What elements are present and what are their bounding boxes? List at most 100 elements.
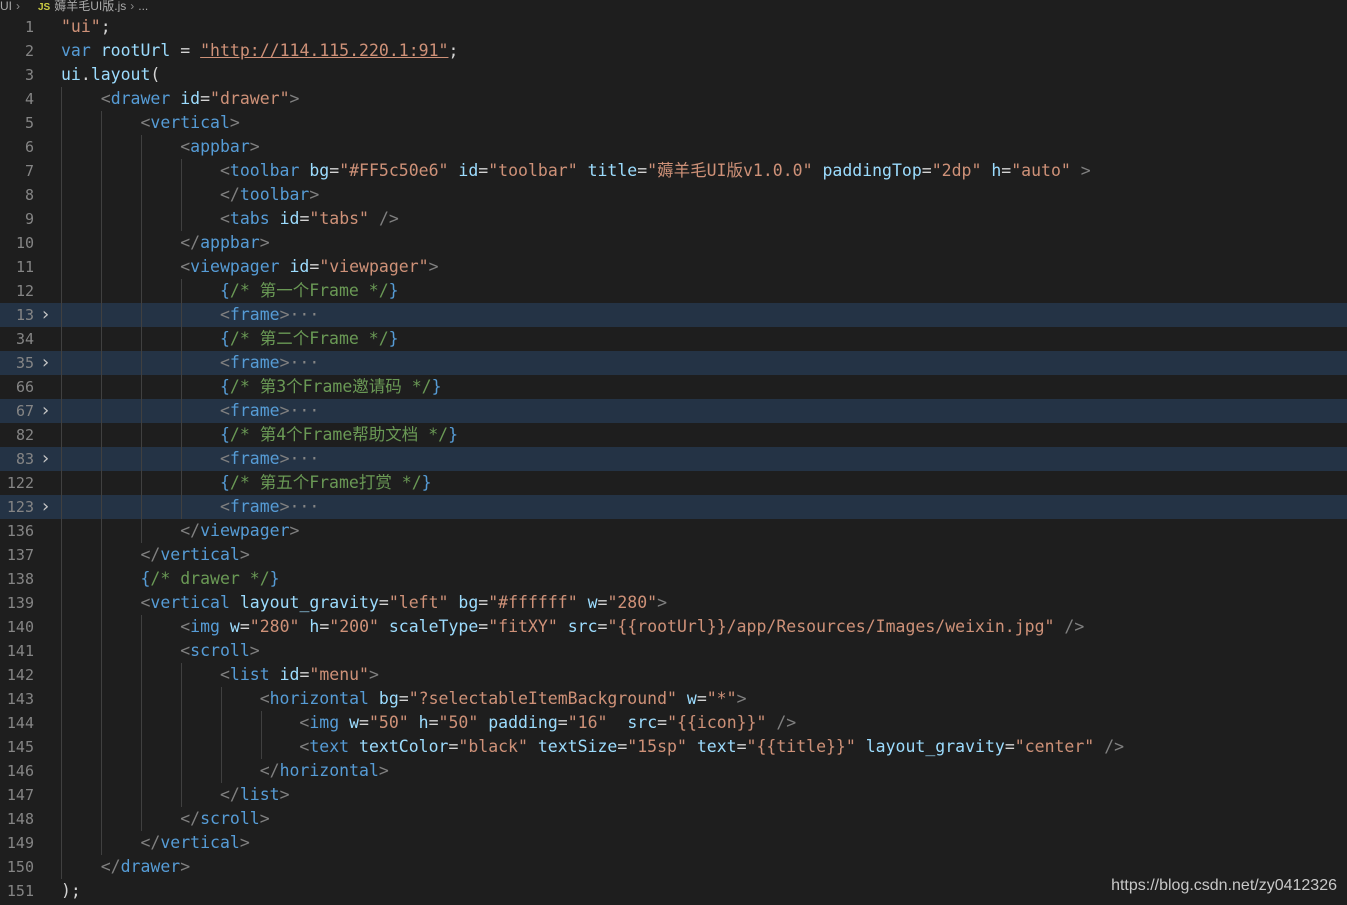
code-token: "fitXY" bbox=[488, 617, 558, 636]
code-token: "menu" bbox=[309, 665, 369, 684]
code-line[interactable]: 10 </appbar> bbox=[0, 231, 1347, 255]
code-token: "16" bbox=[567, 713, 608, 732]
code-token: /* 第二个Frame */ bbox=[229, 329, 389, 348]
code-token: /> bbox=[1104, 737, 1125, 756]
fold-chevron-icon[interactable]: › bbox=[42, 447, 56, 471]
code-token: > bbox=[279, 785, 290, 804]
code-token: = bbox=[170, 41, 201, 60]
code-line[interactable]: 148 </scroll> bbox=[0, 807, 1347, 831]
code-token: { bbox=[219, 473, 230, 492]
code-line[interactable]: 66 {/* 第3个Frame邀请码 */} bbox=[0, 375, 1347, 399]
code-line[interactable]: 139 <vertical layout_gravity="left" bg="… bbox=[0, 591, 1347, 615]
js-file-icon: JS bbox=[38, 2, 51, 12]
code-line[interactable]: 138 {/* drawer */} bbox=[0, 567, 1347, 591]
code-line[interactable]: 150 </drawer> bbox=[0, 855, 1347, 879]
fold-chevron-icon[interactable]: › bbox=[42, 351, 56, 375]
code-token: = bbox=[597, 617, 608, 636]
code-token: /* 第3个Frame邀请码 */ bbox=[229, 377, 432, 396]
code-line[interactable]: 136 </viewpager> bbox=[0, 519, 1347, 543]
code-token: > bbox=[1080, 161, 1091, 180]
code-line[interactable]: 13 › <frame>··· bbox=[0, 303, 1347, 327]
code-token: { bbox=[219, 425, 230, 444]
code-line[interactable]: 145 <text textColor="black" textSize="15… bbox=[0, 735, 1347, 759]
code-token: "50" bbox=[438, 713, 479, 732]
code-line[interactable]: 34 {/* 第二个Frame */} bbox=[0, 327, 1347, 351]
code-text: <text textColor="black" textSize="15sp" … bbox=[61, 735, 1124, 759]
line-number: 2 bbox=[24, 42, 34, 60]
code-line[interactable]: 146 </horizontal> bbox=[0, 759, 1347, 783]
code-token: </ bbox=[180, 233, 201, 252]
code-token: /* 第一个Frame */ bbox=[229, 281, 389, 300]
code-token: appbar bbox=[200, 233, 260, 252]
code-line[interactable]: 142 <list id="menu"> bbox=[0, 663, 1347, 687]
code-line[interactable]: 3 ui.layout( bbox=[0, 63, 1347, 87]
code-text: </toolbar> bbox=[61, 183, 319, 207]
code-token: } bbox=[448, 425, 459, 444]
code-token: </ bbox=[100, 857, 121, 876]
code-token: = bbox=[239, 617, 250, 636]
code-token: id bbox=[289, 257, 310, 276]
code-line[interactable]: 4 <drawer id="drawer"> bbox=[0, 87, 1347, 111]
code-token: ··· bbox=[289, 305, 320, 324]
breadcrumb-file[interactable]: 薅羊毛UI版.js bbox=[54, 0, 126, 12]
breadcrumb-more[interactable]: ... bbox=[138, 0, 148, 12]
code-line[interactable]: 5 <vertical> bbox=[0, 111, 1347, 135]
code-line[interactable]: 123 › <frame>··· bbox=[0, 495, 1347, 519]
code-line[interactable]: 2 var rootUrl = "http://114.115.220.1:91"… bbox=[0, 39, 1347, 63]
code-line[interactable]: 67 › <frame>··· bbox=[0, 399, 1347, 423]
code-token: { bbox=[219, 281, 230, 300]
code-token: w bbox=[686, 689, 697, 708]
code-line[interactable]: 9 <tabs id="tabs" /> bbox=[0, 207, 1347, 231]
code-token: vertical bbox=[150, 113, 230, 132]
code-line[interactable]: 6 <appbar> bbox=[0, 135, 1347, 159]
fold-chevron-icon[interactable]: › bbox=[42, 399, 56, 423]
code-token: ··· bbox=[289, 401, 320, 420]
code-line[interactable]: 149 </vertical> bbox=[0, 831, 1347, 855]
fold-chevron-icon[interactable]: › bbox=[42, 495, 56, 519]
code-line[interactable]: 144 <img w="50" h="50" padding="16" src=… bbox=[0, 711, 1347, 735]
code-line[interactable]: 141 <scroll> bbox=[0, 639, 1347, 663]
code-line[interactable]: 83 › <frame>··· bbox=[0, 447, 1347, 471]
code-token: < bbox=[219, 401, 230, 420]
code-token: "?selectableItemBackground" bbox=[408, 689, 677, 708]
line-number: 123 bbox=[6, 498, 34, 516]
code-token: "200" bbox=[329, 617, 379, 636]
code-line[interactable]: 11 <viewpager id="viewpager"> bbox=[0, 255, 1347, 279]
code-line[interactable]: 143 <horizontal bg="?selectableItemBackg… bbox=[0, 687, 1347, 711]
code-line[interactable]: 8 </toolbar> bbox=[0, 183, 1347, 207]
code-text: var rootUrl = "http://114.115.220.1:91"; bbox=[61, 39, 458, 63]
code-token: > bbox=[279, 401, 290, 420]
code-line[interactable]: 140 <img w="280" h="200" scaleType="fitX… bbox=[0, 615, 1347, 639]
code-token: = bbox=[428, 713, 439, 732]
code-token: /> bbox=[776, 713, 797, 732]
code-line[interactable]: 137 </vertical> bbox=[0, 543, 1347, 567]
code-editor[interactable]: 1 "ui"; 2 var rootUrl = "http://114.115.220… bbox=[0, 15, 1347, 905]
breadcrumb-root[interactable]: UI bbox=[0, 0, 12, 12]
code-line[interactable]: 122 {/* 第五个Frame打赏 */} bbox=[0, 471, 1347, 495]
code-line[interactable]: 12 {/* 第一个Frame */} bbox=[0, 279, 1347, 303]
code-line[interactable]: 147 </list> bbox=[0, 783, 1347, 807]
fold-chevron-icon[interactable]: › bbox=[42, 303, 56, 327]
code-token: > bbox=[259, 809, 270, 828]
code-token: bg bbox=[309, 161, 330, 180]
code-token: list bbox=[239, 785, 280, 804]
code-line[interactable]: 82 {/* 第4个Frame帮助文档 */} bbox=[0, 423, 1347, 447]
code-line[interactable]: 7 <toolbar bg="#FF5c50e6" id="toolbar" t… bbox=[0, 159, 1347, 183]
code-token: drawer bbox=[110, 89, 171, 108]
code-token: > bbox=[378, 761, 389, 780]
code-token: ··· bbox=[289, 353, 320, 372]
code-line[interactable]: 1 "ui"; bbox=[0, 15, 1347, 39]
code-token: = bbox=[309, 257, 320, 276]
code-token: layout bbox=[90, 65, 151, 84]
code-line[interactable]: 35 › <frame>··· bbox=[0, 351, 1347, 375]
